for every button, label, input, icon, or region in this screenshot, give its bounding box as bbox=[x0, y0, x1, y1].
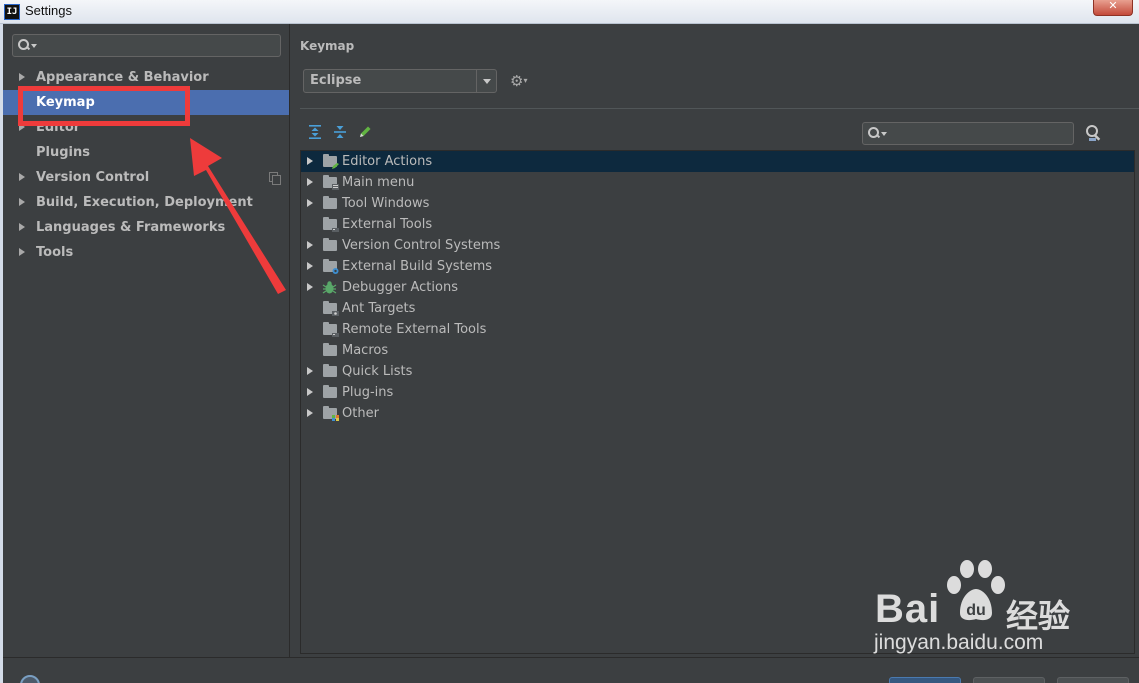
expand-arrow-icon[interactable] bbox=[19, 223, 25, 231]
annotation-highlight-box bbox=[18, 86, 190, 126]
tree-item-editor-actions[interactable]: Editor Actions bbox=[301, 151, 1134, 172]
keymap-search-input[interactable] bbox=[862, 122, 1074, 145]
sidebar-item-tools[interactable]: Tools bbox=[3, 240, 289, 265]
folder-icon bbox=[323, 364, 337, 377]
search-icon bbox=[868, 127, 880, 139]
sidebar-item-languages-frameworks[interactable]: Languages & Frameworks bbox=[3, 215, 289, 240]
sidebar-item-label: Languages & Frameworks bbox=[36, 220, 226, 235]
sidebar-item-build-execution-deployment[interactable]: Build, Execution, Deployment bbox=[3, 190, 289, 215]
tree-item-quick-lists[interactable]: Quick Lists bbox=[301, 361, 1134, 382]
editor-actions-icon bbox=[332, 163, 339, 169]
window-title: Settings bbox=[25, 3, 72, 18]
chevron-down-icon bbox=[31, 44, 37, 48]
expand-arrow-icon[interactable] bbox=[307, 283, 313, 291]
tree-item-label: External Tools bbox=[342, 217, 433, 232]
tree-item-label: Version Control Systems bbox=[342, 238, 501, 253]
tree-item-label: Tool Windows bbox=[342, 196, 430, 211]
tree-item-label: Remote External Tools bbox=[342, 322, 487, 337]
folder-icon bbox=[323, 343, 337, 356]
help-icon[interactable] bbox=[20, 675, 40, 683]
tree-item-label: External Build Systems bbox=[342, 259, 493, 274]
keymap-panel: Keymap Eclipse ⚙▾ Editor Actions Main me… bbox=[290, 24, 1139, 657]
collapse-all-icon[interactable] bbox=[332, 124, 348, 140]
dialog-button-bar bbox=[3, 657, 1139, 683]
build-systems-icon bbox=[332, 268, 339, 274]
tree-item-tool-windows[interactable]: Tool Windows bbox=[301, 193, 1134, 214]
project-settings-icon bbox=[269, 172, 281, 185]
ant-targets-icon bbox=[332, 311, 339, 316]
remote-tools-icon bbox=[332, 333, 339, 337]
tree-item-label: Quick Lists bbox=[342, 364, 413, 379]
sidebar-item-version-control[interactable]: Version Control bbox=[3, 165, 289, 190]
expand-arrow-icon[interactable] bbox=[19, 198, 25, 206]
expand-arrow-icon[interactable] bbox=[19, 248, 25, 256]
expand-all-icon[interactable] bbox=[307, 124, 323, 140]
tree-item-label: Other bbox=[342, 406, 379, 421]
tree-item-main-menu[interactable]: Main menu bbox=[301, 172, 1134, 193]
folder-icon bbox=[323, 238, 337, 251]
search-icon bbox=[18, 39, 30, 51]
expand-arrow-icon[interactable] bbox=[19, 73, 25, 81]
tree-item-other[interactable]: Other bbox=[301, 403, 1134, 424]
tree-item-label: Ant Targets bbox=[342, 301, 416, 316]
expand-arrow-icon[interactable] bbox=[307, 157, 313, 165]
intellij-app-icon: IJ bbox=[4, 4, 20, 20]
keymap-actions-tree[interactable]: Editor Actions Main menu Tool Windows Ex… bbox=[300, 150, 1135, 654]
sidebar-item-label: Version Control bbox=[36, 170, 150, 185]
page-title: Keymap bbox=[300, 39, 355, 53]
divider bbox=[300, 108, 1139, 109]
sidebar-item-label: Build, Execution, Deployment bbox=[36, 195, 253, 210]
tree-item-debugger-actions[interactable]: Debugger Actions bbox=[301, 277, 1134, 298]
expand-arrow-icon[interactable] bbox=[307, 199, 313, 207]
tree-item-external-build-systems[interactable]: External Build Systems bbox=[301, 256, 1134, 277]
tree-item-remote-external-tools[interactable]: Remote External Tools bbox=[301, 319, 1134, 340]
tree-item-plug-ins[interactable]: Plug-ins bbox=[301, 382, 1134, 403]
keymap-scheme-value: Eclipse bbox=[310, 73, 362, 88]
expand-arrow-icon[interactable] bbox=[307, 388, 313, 396]
tree-item-label: Macros bbox=[342, 343, 389, 358]
chevron-down-icon bbox=[881, 132, 887, 136]
tree-item-label: Debugger Actions bbox=[342, 280, 458, 295]
find-by-shortcut-icon[interactable] bbox=[1084, 124, 1102, 142]
folder-icon bbox=[323, 385, 337, 398]
tree-item-ant-targets[interactable]: Ant Targets bbox=[301, 298, 1134, 319]
sidebar-item-label: Tools bbox=[36, 245, 74, 260]
edit-pencil-icon[interactable] bbox=[357, 124, 373, 140]
tree-item-external-tools[interactable]: External Tools bbox=[301, 214, 1134, 235]
expand-arrow-icon[interactable] bbox=[307, 367, 313, 375]
tree-item-label: Plug-ins bbox=[342, 385, 394, 400]
tree-item-version-control-systems[interactable]: Version Control Systems bbox=[301, 235, 1134, 256]
keymap-scheme-select[interactable]: Eclipse bbox=[303, 69, 497, 93]
tree-item-label: Main menu bbox=[342, 175, 415, 190]
tree-item-label: Editor Actions bbox=[342, 154, 433, 169]
other-icon bbox=[332, 415, 339, 421]
external-tools-icon bbox=[332, 228, 339, 232]
gear-icon[interactable]: ⚙▾ bbox=[510, 73, 530, 89]
ok-button[interactable] bbox=[889, 677, 961, 683]
expand-arrow-icon[interactable] bbox=[19, 173, 25, 181]
cancel-button[interactable] bbox=[973, 677, 1045, 683]
folder-icon bbox=[323, 196, 337, 209]
tree-item-macros[interactable]: Macros bbox=[301, 340, 1134, 361]
sidebar-item-plugins[interactable]: Plugins bbox=[3, 140, 289, 165]
apply-button[interactable] bbox=[1057, 677, 1129, 683]
main-menu-icon bbox=[332, 184, 339, 190]
expand-arrow-icon[interactable] bbox=[307, 409, 313, 417]
close-window-button[interactable] bbox=[1093, 0, 1133, 16]
title-bar: IJ Settings bbox=[0, 0, 1139, 24]
chevron-down-icon[interactable] bbox=[476, 70, 496, 92]
expand-arrow-icon[interactable] bbox=[307, 262, 313, 270]
sidebar-item-label: Plugins bbox=[36, 145, 90, 160]
sidebar-search-input[interactable] bbox=[12, 34, 281, 57]
expand-arrow-icon[interactable] bbox=[307, 178, 313, 186]
bug-icon bbox=[322, 281, 337, 294]
expand-arrow-icon[interactable] bbox=[307, 241, 313, 249]
